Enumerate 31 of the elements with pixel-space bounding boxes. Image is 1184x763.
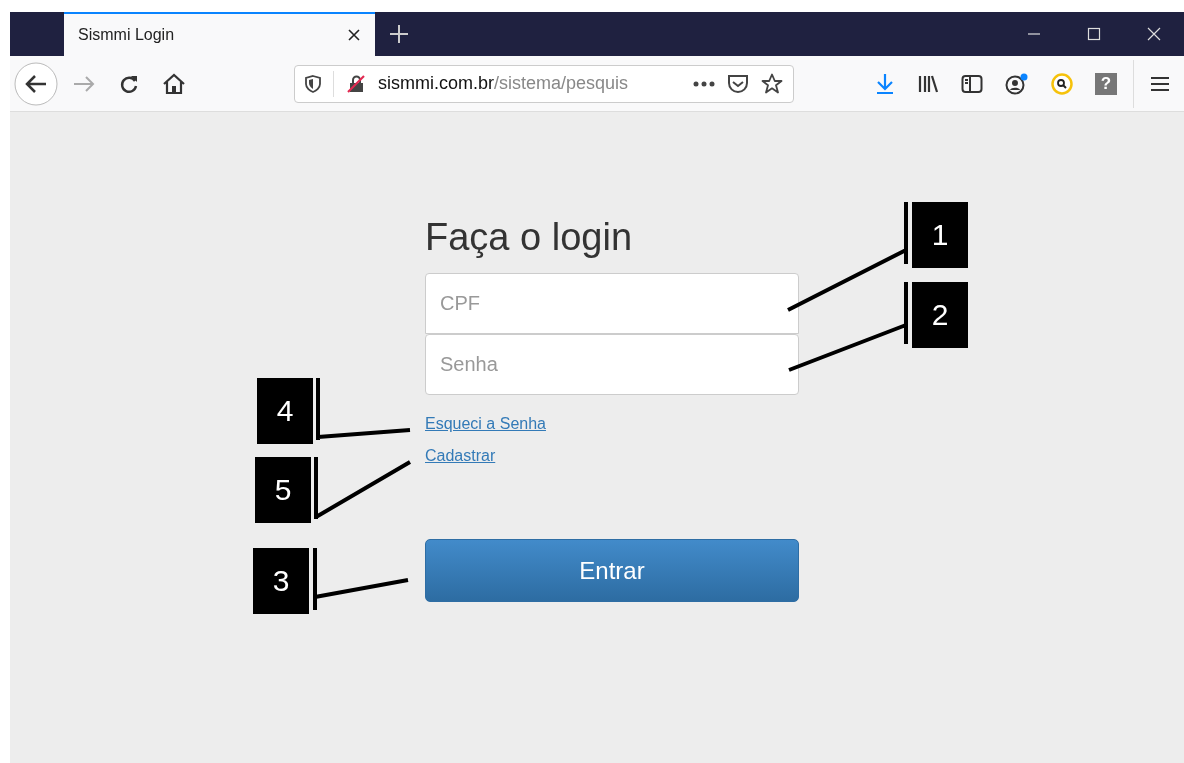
home-icon[interactable] bbox=[162, 72, 186, 95]
insecure-lock-icon[interactable] bbox=[346, 73, 366, 94]
login-title: Faça o login bbox=[425, 216, 633, 259]
help-icon[interactable]: ? bbox=[1095, 72, 1117, 95]
url-text: sismmi.com.br/sistema/pesquis bbox=[378, 73, 630, 94]
login-button[interactable]: Entrar bbox=[425, 539, 799, 602]
maximize-icon[interactable] bbox=[1087, 27, 1101, 41]
input-field[interactable]: CPF bbox=[425, 273, 799, 334]
close-icon[interactable] bbox=[347, 28, 361, 42]
callout-number: 2 bbox=[912, 282, 968, 348]
callout-number: 1 bbox=[912, 202, 968, 268]
shield-icon[interactable] bbox=[305, 74, 321, 93]
back-icon[interactable] bbox=[14, 61, 58, 106]
more-icon[interactable] bbox=[693, 80, 715, 87]
link[interactable]: Esqueci a Senha bbox=[425, 415, 546, 433]
magnifier-icon[interactable] bbox=[1051, 72, 1073, 95]
pocket-icon[interactable] bbox=[727, 73, 749, 94]
input-field[interactable]: Senha bbox=[425, 334, 799, 395]
account-icon[interactable] bbox=[1005, 72, 1029, 95]
download-icon[interactable] bbox=[875, 72, 895, 95]
callout-number: 4 bbox=[257, 378, 313, 444]
browser-tab[interactable]: Sismmi Login bbox=[64, 12, 375, 56]
sidebar-icon[interactable] bbox=[961, 73, 983, 94]
new-tab-icon[interactable] bbox=[389, 24, 409, 44]
address-bar[interactable]: sismmi.com.br/sistema/pesquis bbox=[294, 64, 794, 103]
star-icon[interactable] bbox=[761, 72, 783, 95]
callout-number: 3 bbox=[253, 548, 309, 614]
menu-icon[interactable] bbox=[1150, 74, 1170, 93]
library-icon[interactable] bbox=[917, 73, 939, 94]
link[interactable]: Cadastrar bbox=[425, 447, 496, 465]
callout-number: 5 bbox=[255, 457, 311, 523]
